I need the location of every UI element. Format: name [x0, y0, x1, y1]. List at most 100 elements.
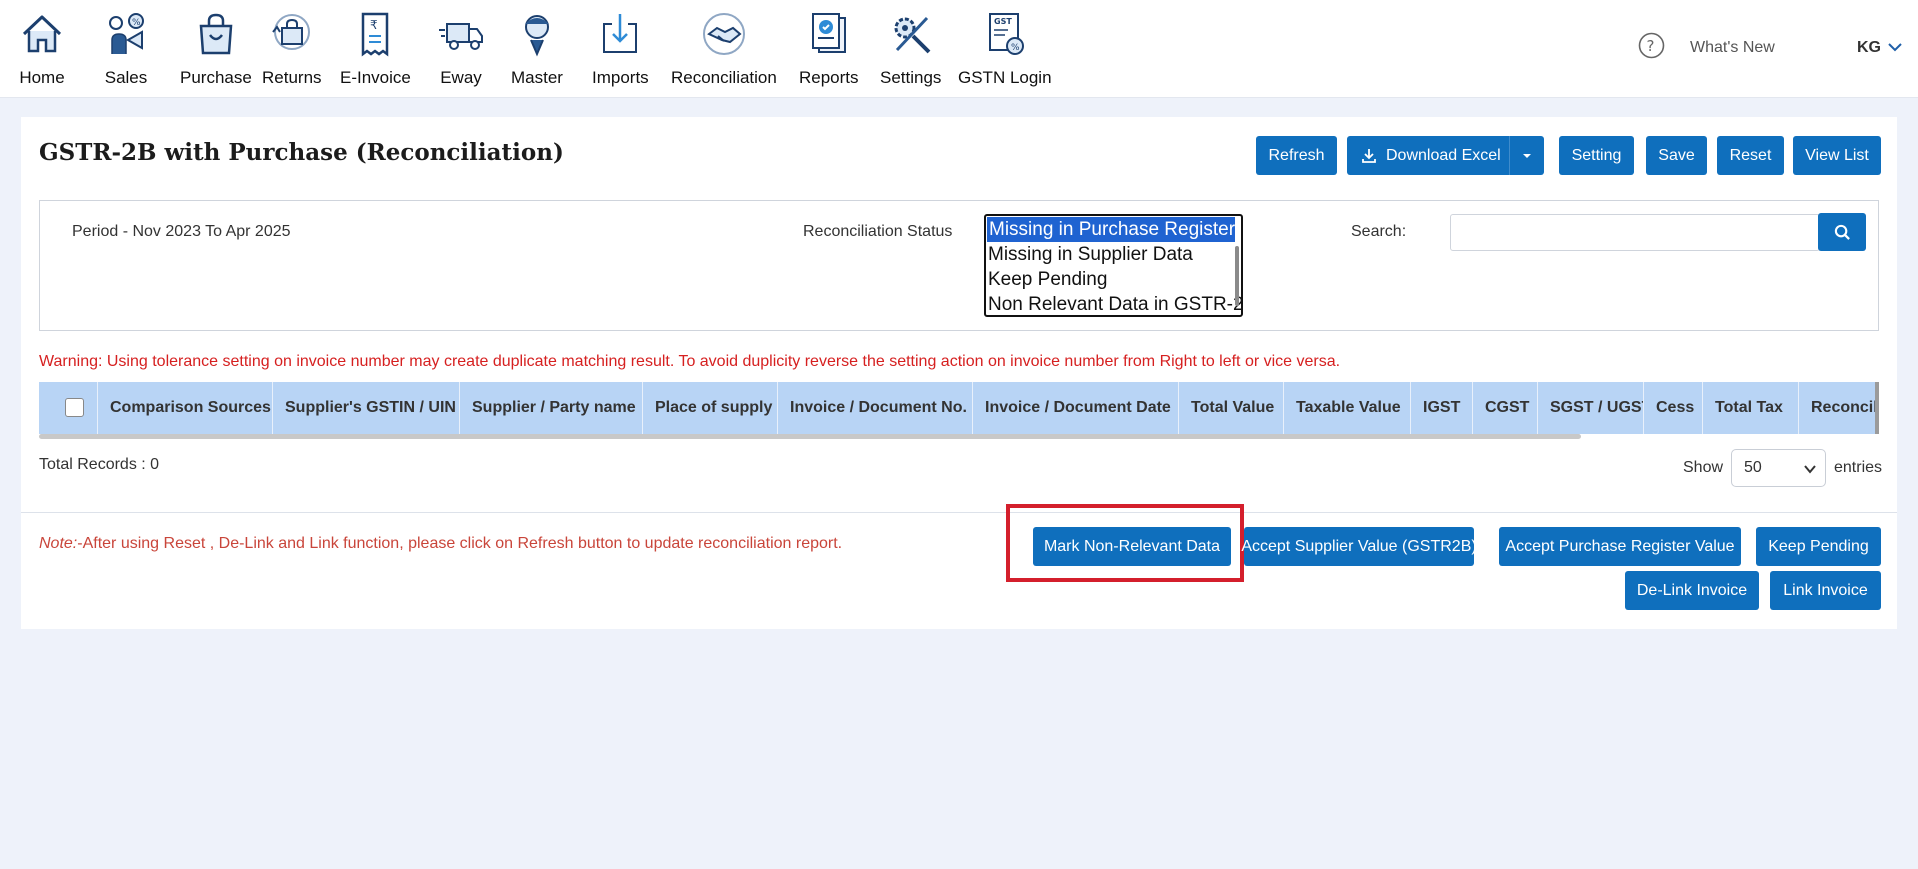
entries-value: 50 — [1744, 459, 1762, 476]
col-header[interactable]: Comparison Sources — [98, 382, 273, 434]
col-header[interactable]: Reconcili — [1799, 382, 1879, 434]
download-excel-label: Download Excel — [1386, 146, 1501, 164]
help-icon[interactable]: ? — [1638, 32, 1665, 59]
table-header-row: Comparison Sources Supplier's GSTIN / UI… — [39, 382, 1879, 434]
svg-text:%: % — [1011, 43, 1020, 53]
nav-returns[interactable]: Returns — [262, 10, 322, 88]
e-invoice-icon: ₹ — [362, 12, 389, 57]
svg-text:GST: GST — [994, 17, 1012, 26]
recon-status-option[interactable]: Missing in Supplier Data — [986, 242, 1241, 267]
listbox-scrollbar[interactable] — [1235, 246, 1239, 306]
col-header[interactable]: Invoice / Document Date — [973, 382, 1179, 434]
refresh-button[interactable]: Refresh — [1256, 136, 1337, 175]
table-horizontal-scrollbar[interactable] — [39, 434, 1581, 439]
nav-label: Purchase — [180, 68, 252, 87]
home-icon — [22, 15, 62, 53]
top-navigation: Home % Sales Purchase Returns ₹ E-Invoic… — [0, 0, 1918, 98]
col-header[interactable]: Supplier / Party name — [460, 382, 643, 434]
recon-status-option[interactable]: Missing in Purchase Register — [987, 217, 1235, 242]
show-label: Show — [1683, 459, 1724, 476]
keep-pending-button[interactable]: Keep Pending — [1756, 527, 1881, 566]
search-label: Search: — [1351, 223, 1407, 240]
nav-label: E-Invoice — [340, 68, 411, 87]
nav-label: Settings — [880, 68, 942, 87]
accept-supplier-value-button[interactable]: Accept Supplier Value (GSTR2B) — [1241, 527, 1477, 566]
recon-status-listbox[interactable]: Missing in Purchase Register Missing in … — [984, 214, 1243, 317]
nav-reconciliation[interactable]: Reconciliation — [671, 10, 777, 88]
nav-label: Reports — [799, 68, 859, 87]
imports-icon — [603, 14, 638, 53]
whats-new-link[interactable]: What's New — [1690, 39, 1775, 57]
svg-text:?: ? — [1647, 37, 1655, 55]
select-all-cell — [39, 382, 98, 434]
col-header[interactable]: Invoice / Document No. — [778, 382, 973, 434]
search-input[interactable] — [1450, 214, 1820, 251]
note-prefix: Note: — [39, 535, 78, 552]
entries-label: entries — [1834, 459, 1883, 476]
total-records: Total Records : 0 — [39, 456, 160, 473]
nav-gstn-login[interactable]: GST % GSTN Login — [958, 10, 1052, 88]
purchase-bag-icon — [199, 13, 233, 55]
delink-invoice-button[interactable]: De-Link Invoice — [1625, 571, 1759, 610]
truck-icon — [439, 23, 483, 50]
nav-label: Sales — [104, 68, 148, 87]
nav-label: Imports — [592, 68, 649, 87]
select-all-checkbox[interactable] — [65, 398, 84, 417]
nav-sales[interactable]: % Sales — [102, 10, 150, 88]
setting-button[interactable]: Setting — [1559, 136, 1634, 175]
settings-tools-icon — [894, 16, 931, 54]
reset-button[interactable]: Reset — [1717, 136, 1784, 175]
nav-label: Home — [19, 68, 65, 87]
col-header[interactable]: Cess — [1644, 382, 1703, 434]
page-title: GSTR-2B with Purchase (Reconciliation) — [39, 139, 564, 166]
col-header[interactable]: Total Tax — [1703, 382, 1799, 434]
search-button[interactable] — [1818, 213, 1866, 251]
sales-icon: % — [109, 13, 144, 54]
save-button[interactable]: Save — [1646, 136, 1707, 175]
section-divider — [21, 512, 1897, 513]
col-header[interactable]: Place of supply — [643, 382, 778, 434]
filter-panel: Period - Nov 2023 To Apr 2025 Reconcilia… — [39, 200, 1879, 331]
entries-select[interactable]: 50 — [1731, 449, 1826, 487]
nav-home[interactable]: Home — [18, 10, 66, 88]
nav-reports[interactable]: Reports — [799, 10, 859, 88]
download-excel-button[interactable]: Download Excel — [1347, 136, 1544, 175]
reports-icon — [811, 13, 846, 53]
view-list-button[interactable]: View List — [1793, 136, 1881, 175]
handshake-icon — [702, 13, 745, 55]
nav-purchase[interactable]: Purchase — [180, 10, 252, 88]
col-header[interactable]: Supplier's GSTIN / UIN — [273, 382, 460, 434]
mark-non-relevant-button[interactable]: Mark Non-Relevant Data — [1033, 527, 1231, 566]
col-header[interactable]: IGST — [1411, 382, 1473, 434]
user-initials[interactable]: KG — [1857, 39, 1881, 57]
accept-purchase-register-button[interactable]: Accept Purchase Register Value — [1499, 527, 1741, 566]
nav-e-invoice[interactable]: ₹ E-Invoice — [340, 10, 411, 88]
nav-settings[interactable]: Settings — [880, 10, 941, 88]
col-header[interactable]: SGST / UGST — [1538, 382, 1644, 434]
nav-label: Eway — [440, 68, 482, 87]
caret-down-icon[interactable] — [1521, 151, 1533, 161]
period-label: Period - Nov 2023 To Apr 2025 — [72, 223, 291, 240]
col-header[interactable]: CGST — [1473, 382, 1538, 434]
note-body: -After using Reset , De-Link and Link fu… — [77, 535, 843, 552]
search-icon — [1834, 224, 1850, 240]
chevron-down-icon[interactable] — [1886, 38, 1904, 56]
nav-master[interactable]: Master — [511, 10, 563, 88]
download-icon — [1362, 148, 1376, 163]
link-invoice-button[interactable]: Link Invoice — [1770, 571, 1881, 610]
col-header[interactable]: Total Value — [1179, 382, 1284, 434]
warning-message: Warning: Using tolerance setting on invo… — [39, 353, 1341, 370]
nav-label: GSTN Login — [958, 68, 1052, 87]
svg-text:₹: ₹ — [370, 18, 378, 32]
note-text: Note:-After using Reset , De-Link and Li… — [39, 535, 842, 553]
recon-status-option[interactable]: Non Relevant Data in GSTR-2B — [986, 292, 1241, 315]
nav-imports[interactable]: Imports — [592, 10, 649, 88]
returns-icon — [271, 14, 310, 50]
main-panel: GSTR-2B with Purchase (Reconciliation) R… — [21, 117, 1897, 629]
recon-status-label: Reconciliation Status — [803, 223, 953, 240]
col-header[interactable]: Taxable Value — [1284, 382, 1411, 434]
table-vertical-scrollbar[interactable] — [1875, 382, 1879, 434]
nav-eway[interactable]: Eway — [437, 10, 485, 88]
svg-text:%: % — [132, 18, 141, 28]
recon-status-option[interactable]: Keep Pending — [986, 267, 1241, 292]
